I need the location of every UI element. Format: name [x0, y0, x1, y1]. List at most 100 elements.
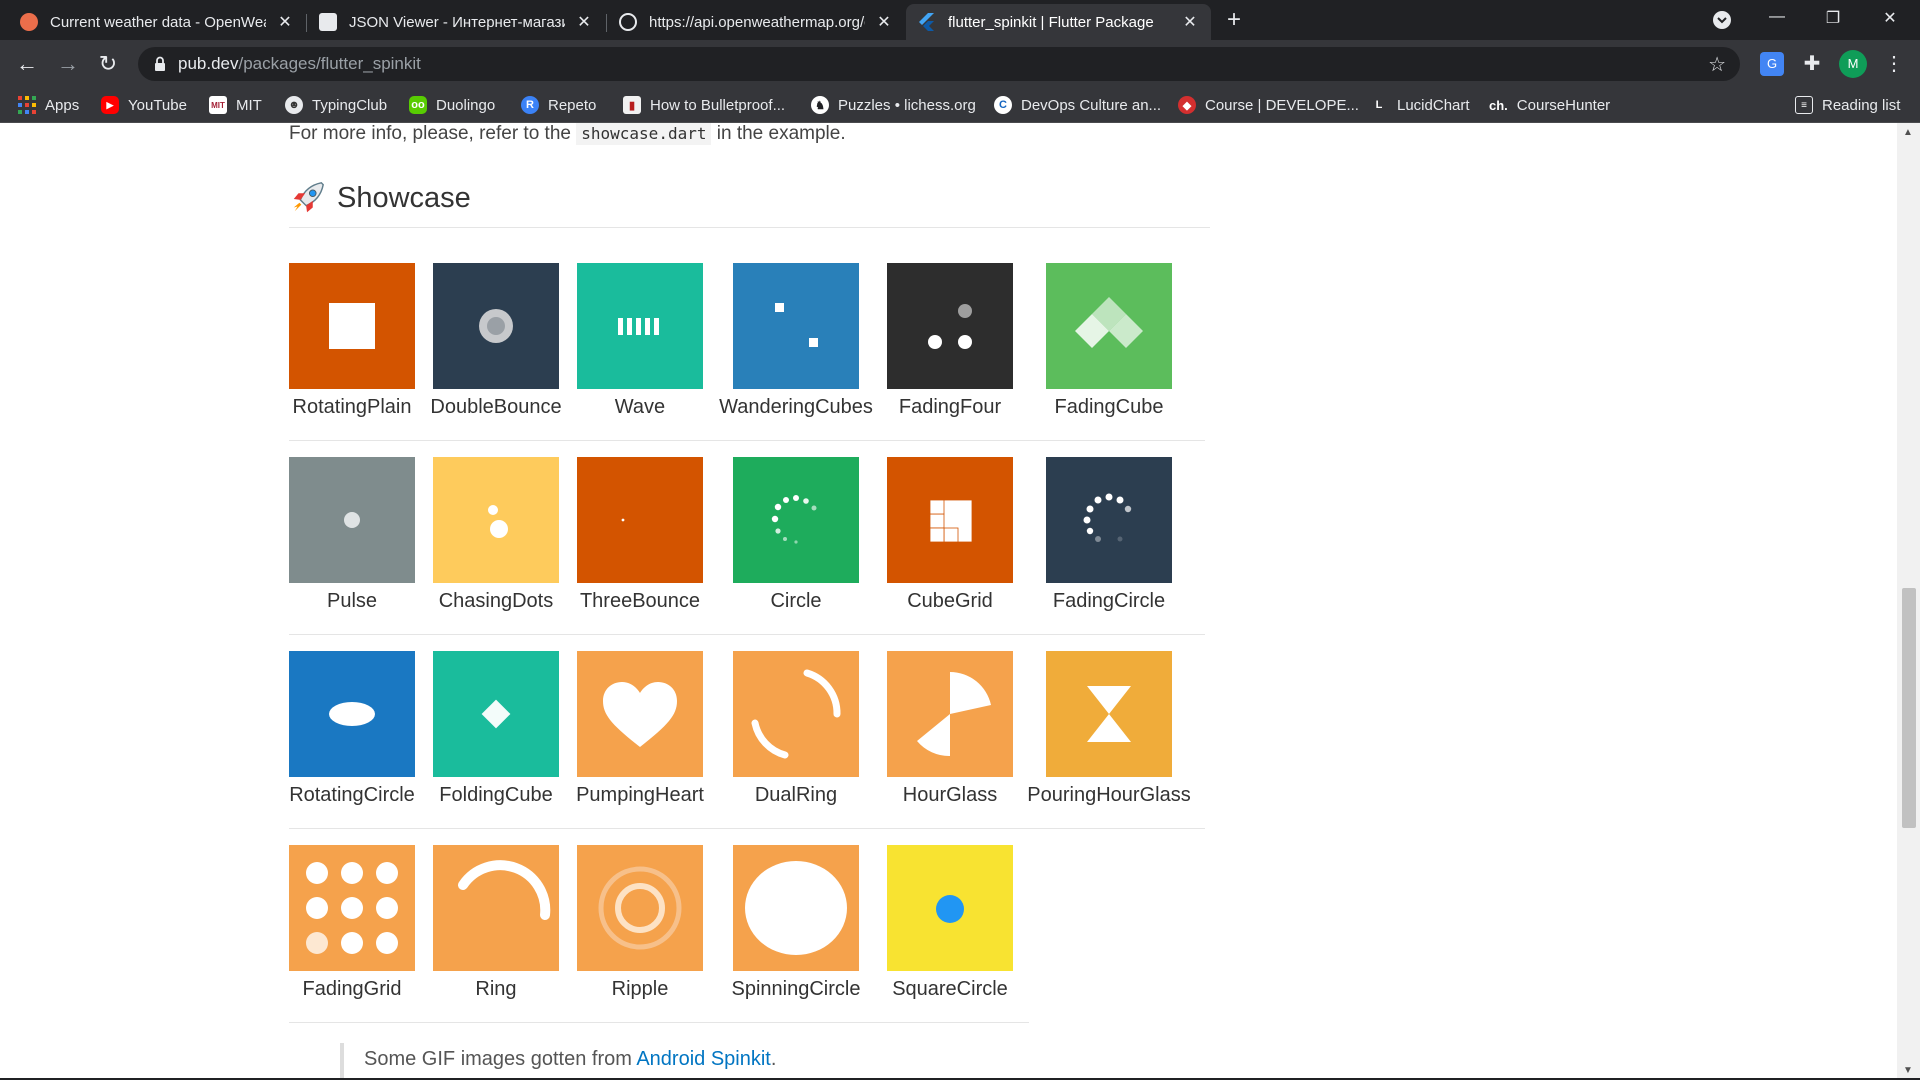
new-tab-icon[interactable]: + — [1221, 8, 1247, 34]
url-text: pub.dev/packages/flutter_spinkit — [178, 54, 421, 74]
url-host: pub.dev — [178, 54, 239, 73]
heading-divider — [289, 227, 1210, 228]
bookmark-label: Puzzles • lichess.org — [838, 96, 976, 114]
coursehunter-icon: ch. — [1489, 97, 1508, 113]
close-tab-icon[interactable]: ✕ — [575, 12, 593, 32]
bookmark-duolingo[interactable]: oo Duolingo — [409, 95, 495, 115]
fading-cube-spinner-icon — [1075, 297, 1143, 348]
back-icon[interactable]: ← — [13, 50, 41, 78]
avatar[interactable]: M — [1839, 50, 1867, 78]
tab-json-viewer[interactable]: JSON Viewer - Интернет-магазин Chrome ✕ — [307, 4, 605, 40]
spinner-caption-fading-cube: FadingCube — [1054, 396, 1164, 418]
scroll-down-icon[interactable]: ▼ — [1903, 1065, 1913, 1076]
course-icon: ◆ — [1178, 96, 1196, 114]
pouring-hour-glass-spinner-icon — [1087, 686, 1131, 742]
ring-spinner-icon — [458, 860, 551, 920]
bookmark-label: CourseHunter — [1516, 96, 1611, 114]
bookmark-label: DevOps Culture an... — [1021, 96, 1162, 114]
bookmark-typingclub[interactable]: ☻ TypingClub — [285, 95, 387, 115]
reading-list-button[interactable]: ≡ Reading list — [1795, 95, 1900, 115]
lichess-icon: ♞ — [811, 96, 829, 114]
tab-search-icon[interactable] — [1702, 10, 1742, 34]
rotating-circle-spinner-icon — [329, 702, 375, 726]
pumping-heart-spinner-icon — [603, 682, 677, 747]
tab-title: Current weather data - OpenWeather — [50, 13, 266, 31]
android-spinkit-link[interactable]: Android Spinkit — [636, 1048, 771, 1070]
tab-title: flutter_spinkit | Flutter Package — [948, 13, 1154, 31]
spinner-tile-dual-ring — [733, 651, 859, 777]
bookmarks-bar: Apps ▶ YouTube MIT MIT ☻ TypingClub oo Duoli… — [0, 88, 1920, 123]
wandering-cubes-spinner-icon — [775, 303, 818, 347]
address-bar[interactable]: pub.dev/packages/flutter_spinkit ☆ — [138, 47, 1740, 81]
minimize-icon[interactable]: — — [1757, 8, 1797, 32]
bookmark-bulletproof[interactable]: ▮ How to Bulletproof... — [623, 95, 785, 115]
bookmark-label: YouTube — [128, 96, 187, 114]
spinner-caption-square-circle: SquareCircle — [892, 978, 1008, 1000]
spinning-circle-spinner-icon — [745, 861, 847, 955]
intro-after: in the example. — [716, 123, 846, 144]
showcase-heading: Showcase — [289, 179, 471, 217]
double-bounce-spinner-icon — [479, 309, 513, 343]
devops-icon: C — [994, 96, 1012, 114]
bookmark-apps[interactable]: Apps — [18, 95, 79, 115]
close-tab-icon[interactable]: ✕ — [1181, 12, 1199, 32]
row-divider — [289, 440, 1205, 441]
tab-openweather[interactable]: Current weather data - OpenWeather ✕ — [8, 4, 306, 40]
spinner-tile-hour-glass — [887, 651, 1013, 777]
spinner-tile-three-bounce — [577, 457, 703, 583]
spinner-tile-ring — [433, 845, 559, 971]
bookmark-lichess[interactable]: ♞ Puzzles • lichess.org — [811, 95, 976, 115]
bookmark-label: Course | DEVELOPE... — [1205, 96, 1359, 114]
spinner-tile-fading-cube — [1046, 263, 1172, 389]
bookmark-label: TypingClub — [312, 96, 388, 114]
bookmark-repeto[interactable]: R Repeto — [521, 95, 596, 115]
bookmark-star-icon[interactable]: ☆ — [1708, 52, 1726, 77]
bookmark-page-icon: ▮ — [623, 96, 641, 114]
close-tab-icon[interactable]: ✕ — [276, 12, 294, 32]
chrome-store-icon — [319, 13, 337, 31]
bookmark-devops[interactable]: C DevOps Culture an... — [994, 95, 1161, 115]
maximize-icon[interactable]: ❐ — [1813, 8, 1853, 32]
forward-icon[interactable]: → — [54, 50, 82, 78]
extensions-puzzle-icon[interactable]: ✚ — [1800, 52, 1824, 76]
bookmark-mit[interactable]: MIT MIT — [209, 95, 262, 115]
hour-glass-spinner-icon — [917, 672, 991, 757]
url-path: /packages/flutter_spinkit — [238, 54, 421, 73]
spinner-caption-pouring-hour-glass: PouringHourGlass — [1027, 784, 1191, 806]
spinner-tile-fading-circle — [1046, 457, 1172, 583]
rocket-icon — [293, 182, 324, 213]
row-divider — [289, 1022, 1029, 1023]
bookmark-label: LucidChart — [1397, 96, 1470, 114]
spinner-tile-pumping-heart — [577, 651, 703, 777]
reload-icon[interactable]: ↻ — [94, 50, 122, 78]
page-scrollbar[interactable]: ▲ ▼ — [1897, 123, 1920, 1080]
bookmark-coursehunter[interactable]: ch. CourseHunter — [1489, 95, 1610, 115]
spinner-tile-wandering-cubes — [733, 263, 859, 389]
fading-grid-spinner-icon — [306, 862, 398, 954]
scrollbar-thumb[interactable] — [1902, 588, 1916, 828]
cube-grid-spinner-icon — [929, 499, 973, 543]
scroll-up-icon[interactable]: ▲ — [1903, 127, 1913, 138]
credit-note: Some GIF images gotten from Android Spin… — [340, 1043, 776, 1080]
note-end: . — [770, 1048, 777, 1070]
bookmark-lucidchart[interactable]: L LucidChart — [1370, 95, 1470, 115]
spinner-tile-cube-grid — [887, 457, 1013, 583]
fading-four-spinner-icon — [928, 304, 972, 349]
bookmark-youtube[interactable]: ▶ YouTube — [101, 95, 187, 115]
close-window-icon[interactable]: ✕ — [1870, 8, 1910, 32]
rotating-plain-spinner-icon — [329, 303, 375, 349]
google-translate-icon[interactable]: G — [1760, 52, 1784, 76]
wave-spinner-icon — [618, 318, 659, 335]
tab-title: https://api.openweathermap.org/data/2.5 — [649, 13, 865, 31]
menu-kebab-icon[interactable]: ⋮ — [1882, 52, 1906, 76]
folding-cube-spinner-icon — [481, 699, 511, 729]
square-circle-spinner-icon — [936, 895, 964, 923]
lock-icon — [155, 56, 165, 71]
spinner-tile-pouring-hour-glass — [1046, 651, 1172, 777]
row-divider — [289, 634, 1205, 635]
three-bounce-spinner-icon — [621, 518, 625, 522]
close-tab-icon[interactable]: ✕ — [875, 12, 893, 32]
tab-flutter-spinkit[interactable]: flutter_spinkit | Flutter Package ✕ — [906, 4, 1211, 40]
bookmark-course[interactable]: ◆ Course | DEVELOPE... — [1178, 95, 1359, 115]
tab-openweather-api[interactable]: https://api.openweathermap.org/data/2.5 … — [607, 4, 905, 40]
